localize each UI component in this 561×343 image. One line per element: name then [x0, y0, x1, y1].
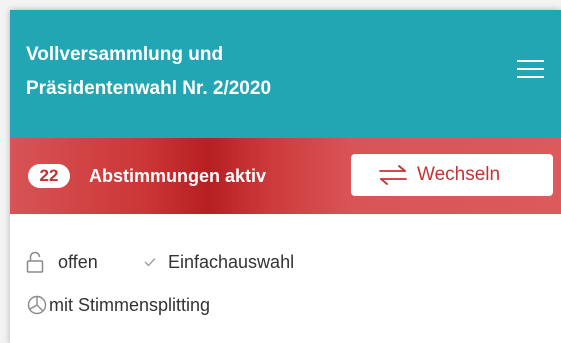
active-count-badge: 22 [28, 164, 70, 188]
voting-card: Vollversammlung und Präsidentenwahl Nr. … [10, 10, 561, 343]
menu-button[interactable] [513, 52, 547, 86]
splitting-text: mit Stimmensplitting [49, 295, 211, 315]
title-line-2: Präsidentenwahl Nr. 2/2020 [26, 78, 272, 99]
title-line-1: Vollversammlung und [26, 44, 224, 65]
switch-label: Wechseln [417, 164, 501, 185]
swap-arrows-icon [379, 165, 407, 185]
vote-split-icon [27, 295, 47, 315]
hamburger-icon [517, 60, 544, 62]
check-icon [144, 258, 156, 267]
active-votes-label: Abstimmungen aktiv [89, 166, 267, 186]
status-text: offen [58, 252, 98, 272]
unlock-icon [26, 251, 44, 273]
page-title: Vollversammlung und Präsidentenwahl Nr. … [26, 38, 456, 106]
active-votes-banner: 22 Abstimmungen aktiv Wechseln [10, 138, 561, 214]
switch-button[interactable]: Wechseln [351, 154, 553, 196]
selection-mode-text: Einfachauswahl [168, 252, 295, 272]
header-bar: Vollversammlung und Präsidentenwahl Nr. … [10, 10, 561, 138]
